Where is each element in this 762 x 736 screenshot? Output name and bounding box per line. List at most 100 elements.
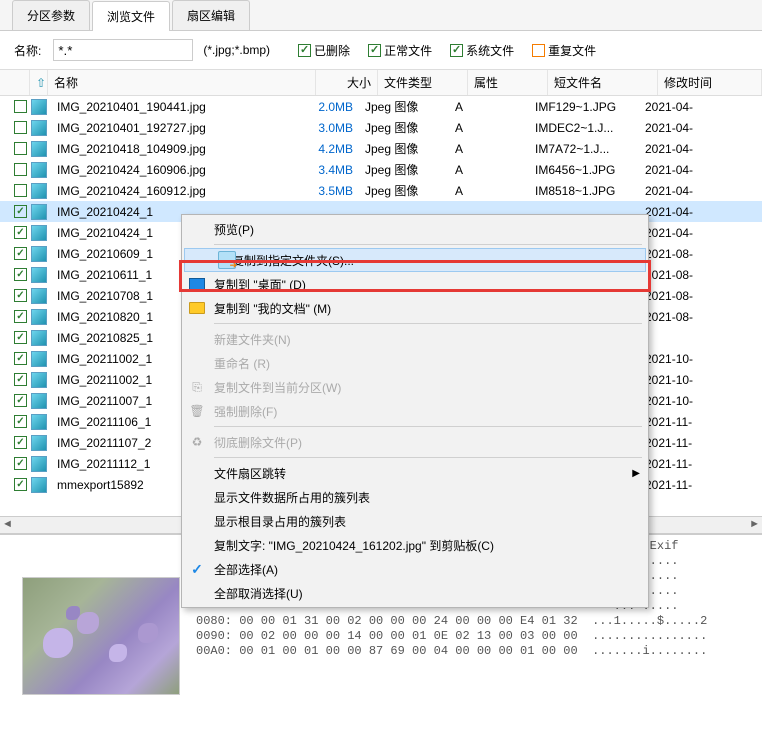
cell-filename: IMG_20210424_160906.jpg bbox=[51, 163, 297, 177]
sort-indicator[interactable]: ⇧ bbox=[30, 70, 48, 95]
tab-browse-files[interactable]: 浏览文件 bbox=[92, 1, 170, 31]
cell-date: 2021-04- bbox=[639, 163, 762, 177]
row-checkbox[interactable]: ✓ bbox=[14, 247, 27, 260]
folder-icon bbox=[188, 299, 206, 317]
cell-date: 2021-10- bbox=[639, 373, 762, 387]
cell-size: 3.4MB bbox=[297, 163, 359, 177]
row-checkbox[interactable]: ✓ bbox=[14, 457, 27, 470]
cell-type: Jpeg 图像 bbox=[359, 119, 449, 136]
menu-item[interactable]: 显示根目录占用的簇列表 bbox=[184, 509, 646, 533]
cell-date: 2021-04- bbox=[639, 226, 762, 240]
file-icon bbox=[31, 393, 47, 409]
menu-item: 重命名 (R) bbox=[184, 351, 646, 375]
table-row[interactable]: IMG_20210418_104909.jpg4.2MBJpeg 图像AIM7A… bbox=[0, 138, 762, 159]
menu-item: 🗑强制删除(F) bbox=[184, 399, 646, 423]
menu-label: 全部选择(A) bbox=[214, 561, 278, 578]
name-filter-input[interactable] bbox=[53, 39, 193, 61]
cell-date: 2021-08- bbox=[639, 310, 762, 324]
cell-date: 2021-11- bbox=[639, 415, 762, 429]
scroll-right-icon[interactable]: ► bbox=[749, 518, 760, 530]
row-checkbox[interactable]: ✓ bbox=[14, 415, 27, 428]
row-checkbox[interactable]: ✓ bbox=[14, 478, 27, 491]
cell-date: 2021-10- bbox=[639, 352, 762, 366]
row-checkbox[interactable]: ✓ bbox=[14, 394, 27, 407]
table-row[interactable]: IMG_20210401_192727.jpg3.0MBJpeg 图像AIMDE… bbox=[0, 117, 762, 138]
desktop-icon bbox=[188, 275, 206, 293]
row-checkbox[interactable] bbox=[14, 142, 27, 155]
menu-label: 显示根目录占用的簇列表 bbox=[214, 513, 346, 530]
image-preview bbox=[22, 577, 180, 695]
cell-shortname: IMDEC2~1.J... bbox=[529, 121, 639, 135]
check-normal[interactable]: ✓正常文件 bbox=[368, 42, 432, 59]
cell-attr: A bbox=[449, 163, 529, 177]
file-icon bbox=[31, 477, 47, 493]
cell-type: Jpeg 图像 bbox=[359, 98, 449, 115]
row-checkbox[interactable]: ✓ bbox=[14, 289, 27, 302]
row-checkbox[interactable]: ✓ bbox=[14, 268, 27, 281]
header-attr[interactable]: 属性 bbox=[468, 70, 548, 95]
header-shortname[interactable]: 短文件名 bbox=[548, 70, 658, 95]
menu-label: 新建文件夹(N) bbox=[214, 331, 291, 348]
menu-item[interactable]: 复制到 "桌面" (D) bbox=[184, 272, 646, 296]
header-name[interactable]: 名称 bbox=[48, 70, 316, 95]
menu-item[interactable]: 复制文字: "IMG_20210424_161202.jpg" 到剪贴板(C) bbox=[184, 533, 646, 557]
header-type[interactable]: 文件类型 bbox=[378, 70, 468, 95]
menu-item[interactable]: 文件扇区跳转▶ bbox=[184, 461, 646, 485]
menu-separator bbox=[214, 426, 642, 427]
cell-filename: IMG_20210401_190441.jpg bbox=[51, 100, 297, 114]
cell-size: 3.5MB bbox=[297, 184, 359, 198]
header-size[interactable]: 大小 bbox=[316, 70, 378, 95]
row-checkbox[interactable]: ✓ bbox=[14, 436, 27, 449]
row-checkbox[interactable]: ✓ bbox=[14, 205, 27, 218]
menu-item[interactable]: 全部取消选择(U) bbox=[184, 581, 646, 605]
row-checkbox[interactable]: ✓ bbox=[14, 331, 27, 344]
file-icon bbox=[31, 267, 47, 283]
ext-hint: (*.jpg;*.bmp) bbox=[203, 43, 270, 57]
cell-shortname: IM6456~1.JPG bbox=[529, 163, 639, 177]
menu-item[interactable]: 显示文件数据所占用的簇列表 bbox=[184, 485, 646, 509]
row-checkbox[interactable]: ✓ bbox=[14, 310, 27, 323]
cell-date: 2021-04- bbox=[639, 205, 762, 219]
cell-shortname: IM8518~1.JPG bbox=[529, 184, 639, 198]
scroll-left-icon[interactable]: ◄ bbox=[2, 518, 13, 530]
table-row[interactable]: IMG_20210424_160906.jpg3.4MBJpeg 图像AIM64… bbox=[0, 159, 762, 180]
table-row[interactable]: IMG_20210424_160912.jpg3.5MBJpeg 图像AIM85… bbox=[0, 180, 762, 201]
check-duplicate[interactable]: 重复文件 bbox=[532, 42, 596, 59]
menu-label: 复制文字: "IMG_20210424_161202.jpg" 到剪贴板(C) bbox=[214, 537, 494, 554]
menu-label: 预览(P) bbox=[214, 221, 254, 238]
menu-item[interactable]: 复制到指定文件夹(S)... bbox=[184, 248, 646, 272]
file-icon bbox=[31, 99, 47, 115]
cell-shortname: IM7A72~1.J... bbox=[529, 142, 639, 156]
menu-label: 重命名 (R) bbox=[214, 355, 270, 372]
menu-label: 全部取消选择(U) bbox=[214, 585, 303, 602]
tab-sector-edit[interactable]: 扇区编辑 bbox=[172, 0, 250, 30]
row-checkbox[interactable] bbox=[14, 184, 27, 197]
menu-separator bbox=[214, 244, 642, 245]
cell-attr: A bbox=[449, 100, 529, 114]
filter-bar: 名称: (*.jpg;*.bmp) ✓已删除 ✓正常文件 ✓系统文件 重复文件 bbox=[0, 31, 762, 70]
cell-type: Jpeg 图像 bbox=[359, 182, 449, 199]
trash-icon: 🗑 bbox=[188, 402, 206, 420]
row-checkbox[interactable]: ✓ bbox=[14, 373, 27, 386]
row-checkbox[interactable] bbox=[14, 163, 27, 176]
context-menu: 预览(P) 复制到指定文件夹(S)...复制到 "桌面" (D)复制到 "我的文档… bbox=[181, 214, 649, 608]
file-icon bbox=[31, 414, 47, 430]
cell-attr: A bbox=[449, 184, 529, 198]
row-checkbox[interactable]: ✓ bbox=[14, 226, 27, 239]
tab-partition-params[interactable]: 分区参数 bbox=[12, 0, 90, 30]
row-checkbox[interactable]: ✓ bbox=[14, 352, 27, 365]
row-checkbox[interactable] bbox=[14, 121, 27, 134]
file-icon bbox=[31, 162, 47, 178]
menu-separator bbox=[214, 457, 642, 458]
menu-item[interactable]: 复制到 "我的文档" (M) bbox=[184, 296, 646, 320]
table-row[interactable]: IMG_20210401_190441.jpg2.0MBJpeg 图像AIMF1… bbox=[0, 96, 762, 117]
menu-item[interactable]: 预览(P) bbox=[184, 217, 646, 241]
check-deleted[interactable]: ✓已删除 bbox=[298, 42, 350, 59]
check-system[interactable]: ✓系统文件 bbox=[450, 42, 514, 59]
row-checkbox[interactable] bbox=[14, 100, 27, 113]
header-modified[interactable]: 修改时间 bbox=[658, 70, 762, 95]
menu-item: 新建文件夹(N) bbox=[184, 327, 646, 351]
menu-item[interactable]: ✓全部选择(A) bbox=[184, 557, 646, 581]
cell-date: 2021-11- bbox=[639, 478, 762, 492]
menu-separator bbox=[214, 323, 642, 324]
